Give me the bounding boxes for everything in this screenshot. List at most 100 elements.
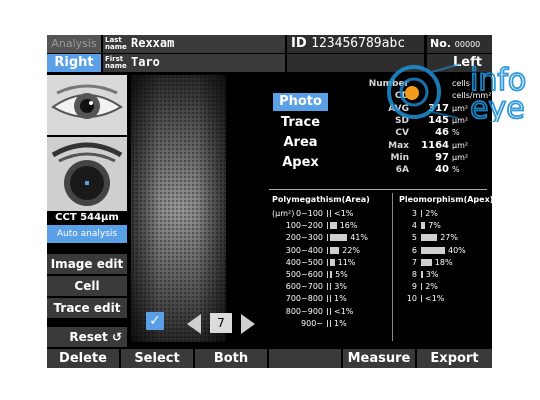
area-axis-tick — [327, 258, 328, 266]
apex-pct: <1% — [425, 294, 445, 304]
area-bar — [330, 295, 331, 303]
select-button[interactable]: Select — [121, 349, 193, 368]
area-axis-tick — [327, 307, 328, 315]
apex-count: 8 — [411, 270, 417, 279]
trace-edit-button[interactable]: Trace edit — [47, 298, 127, 318]
prev-arrow-icon[interactable] — [187, 314, 201, 334]
next-arrow-icon[interactable] — [241, 314, 255, 334]
cct-value: 544μm — [80, 212, 119, 223]
id-value: 123456789abc — [311, 36, 406, 51]
eye-icon — [47, 75, 127, 135]
area-axis-tick — [327, 234, 328, 242]
stat-label: CV — [395, 128, 409, 139]
no-label: No. — [430, 37, 451, 50]
polymegathism-title: Polymegathism(Area) — [272, 195, 370, 204]
stat-unit: % — [452, 128, 460, 138]
stat-label: Min — [390, 152, 409, 163]
apex-bar — [421, 283, 423, 291]
cornea-diagram — [47, 137, 127, 211]
no-field: No. 00000 — [427, 35, 492, 53]
area-pct: 1% — [334, 294, 347, 304]
infoeye-logo-mark: info eye — [387, 62, 527, 127]
stat-label: Max — [388, 140, 409, 151]
apex-pct: 2% — [425, 282, 438, 292]
cct-label: CCT — [55, 212, 77, 223]
pleomorphism-title: Pleomorphism(Apex) — [399, 195, 492, 204]
area-axis-tick — [327, 295, 328, 303]
area-axis-tick — [327, 283, 328, 291]
area-pct: 11% — [337, 257, 356, 267]
apex-count: 5 — [411, 233, 417, 243]
export-button[interactable]: Export — [417, 349, 492, 368]
check-icon[interactable]: ✓ — [146, 312, 164, 330]
area-pct: 41% — [350, 233, 368, 243]
cct-readout: CCT 544μm — [47, 212, 127, 224]
id-field: ID 123456789abc — [287, 35, 424, 53]
eye-photo — [47, 75, 127, 135]
delete-button[interactable]: Delete — [47, 349, 119, 368]
no-value: 00000 — [454, 40, 481, 49]
area-pct: 1% — [334, 318, 347, 328]
svg-text:eye: eye — [470, 91, 525, 122]
apex-pct: 2% — [425, 209, 438, 218]
apex-count: 4 — [411, 221, 417, 231]
apex-bar — [421, 246, 445, 254]
area-range: 100~200 — [285, 221, 323, 231]
area-axis-tick — [327, 271, 328, 278]
reset-icon: ↺ — [111, 330, 122, 344]
infoeye-logo: info eye — [372, 60, 540, 127]
area-bar — [330, 234, 348, 242]
apex-bar — [421, 258, 432, 266]
first-name-value: Taro — [131, 55, 160, 69]
measure-button[interactable]: Measure — [343, 349, 415, 368]
specular-image[interactable] — [131, 75, 226, 342]
area-axis-tick — [327, 210, 328, 217]
area-bar — [330, 271, 333, 278]
apex-pct: 27% — [440, 233, 458, 243]
stat-value: 1164 — [421, 139, 449, 151]
area-range: 500~600 — [285, 270, 323, 279]
image-edit-button[interactable]: Image edit — [47, 254, 127, 274]
area-range: 400~500 — [285, 257, 323, 267]
area-bar — [330, 258, 335, 266]
id-label: ID — [291, 36, 307, 51]
divider — [269, 189, 487, 190]
stat-value: 97 — [435, 151, 449, 163]
last-name-row: Last name Rexxam — [103, 35, 285, 53]
area-axis-tick — [327, 246, 328, 254]
apex-pct: 18% — [434, 257, 453, 267]
area-range: 300~400 — [285, 245, 323, 255]
area-pct: <1% — [334, 209, 354, 218]
apex-count: 9 — [411, 282, 417, 292]
area-pct: 22% — [342, 245, 361, 255]
area-axis-tick — [327, 222, 328, 230]
area-bar — [330, 222, 337, 230]
reset-button[interactable]: Reset ↺ — [47, 327, 127, 347]
blank-button[interactable] — [269, 349, 341, 368]
analysis-label: Analysis — [47, 35, 101, 53]
area-pct: 16% — [339, 221, 358, 231]
cornea-icon — [47, 137, 127, 211]
eye-right-button[interactable]: Right — [47, 54, 101, 72]
page-number: 7 — [210, 313, 232, 333]
cell-remove-button[interactable]: Cell remove — [47, 276, 127, 313]
histogram-divider — [392, 193, 393, 341]
area-range: 0~100 — [295, 209, 323, 218]
last-name-label: Last name — [105, 36, 127, 51]
apex-count: 10 — [406, 294, 417, 304]
apex-bar — [421, 210, 423, 217]
area-bar — [330, 319, 331, 327]
apex-pct: 3% — [425, 270, 439, 279]
area-bar — [330, 283, 332, 291]
area-bar — [330, 307, 331, 315]
both-eyes-button[interactable]: Both eyes — [195, 349, 267, 368]
area-pct: <1% — [334, 306, 354, 316]
area-range: 600~700 — [285, 282, 323, 292]
apex-count: 6 — [411, 245, 417, 255]
area-range: 200~300 — [285, 233, 323, 243]
stat-unit: % — [452, 165, 460, 175]
stat-unit: μm² — [452, 152, 469, 162]
area-bar — [330, 210, 331, 217]
auto-analysis-button[interactable]: Auto analysis — [47, 225, 127, 243]
stat-value: 40 — [435, 164, 449, 176]
